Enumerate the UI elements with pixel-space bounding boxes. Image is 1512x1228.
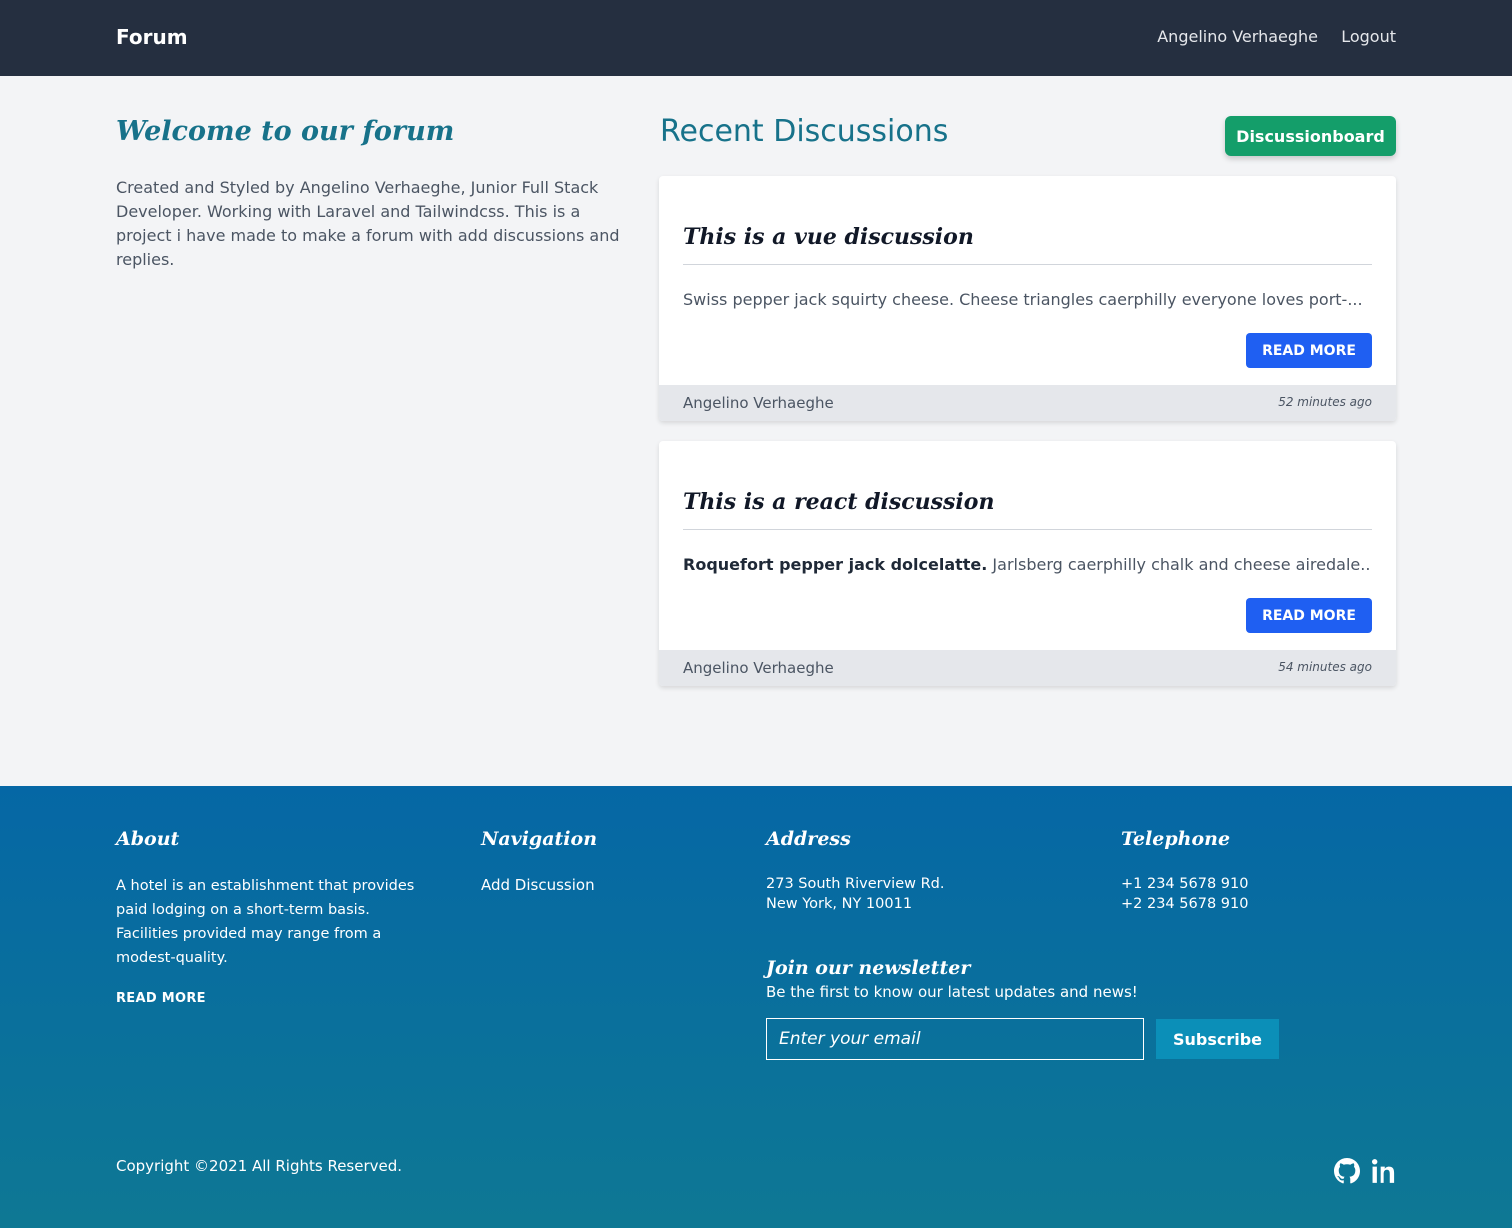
discussion-excerpt: Swiss pepper jack squirty cheese. Cheese… <box>683 290 1372 309</box>
discussion-time: 54 minutes ago <box>1278 660 1372 674</box>
navigation-heading: Navigation <box>481 828 598 850</box>
newsletter-heading: Join our newsletter <box>766 957 971 979</box>
discussion-excerpt-bold: Roquefort pepper jack dolcelatte. <box>683 555 988 574</box>
discussion-card: This is a vue discussion Swiss pepper ja… <box>659 176 1396 421</box>
welcome-text: Created and Styled by Angelino Verhaeghe… <box>116 178 620 269</box>
about-heading: About <box>116 828 180 850</box>
add-discussion-link[interactable]: Add Discussion <box>481 876 595 894</box>
top-navbar: Forum Angelino Verhaeghe Logout <box>0 0 1512 76</box>
read-more-button[interactable]: READ MORE <box>1246 333 1372 368</box>
about-read-more-link[interactable]: READ MORE <box>116 991 206 1006</box>
telephone-heading: Telephone <box>1121 828 1231 850</box>
newsletter-email-input[interactable] <box>766 1018 1144 1060</box>
discussion-excerpt: Roquefort pepper jack dolcelatte. Jarlsb… <box>683 555 1372 574</box>
logout-link[interactable]: Logout <box>1341 27 1396 46</box>
discussion-footer: Angelino Verhaeghe 52 minutes ago <box>659 385 1396 421</box>
discussion-author: Angelino Verhaeghe <box>683 659 834 677</box>
address-heading: Address <box>766 828 851 850</box>
user-name-link[interactable]: Angelino Verhaeghe <box>1157 27 1318 46</box>
discussion-excerpt-text: Swiss pepper jack squirty cheese. Cheese… <box>683 290 1363 309</box>
discussion-card: This is a react discussion Roquefort pep… <box>659 441 1396 686</box>
site-footer: About A hotel is an establishment that p… <box>0 786 1512 1228</box>
github-icon[interactable] <box>1334 1158 1360 1184</box>
newsletter-subtext: Be the first to know our latest updates … <box>766 983 1138 1001</box>
subscribe-button[interactable]: Subscribe <box>1156 1019 1279 1059</box>
discussionboard-button[interactable]: Discussionboard <box>1225 116 1396 156</box>
address-line: 273 South Riverview Rd. <box>766 876 945 892</box>
telephone-line: +1 234 5678 910 <box>1121 876 1249 892</box>
discussion-excerpt-text: Jarlsberg caerphilly chalk and cheese ai… <box>987 555 1372 574</box>
copyright-text: Copyright ©2021 All Rights Reserved. <box>116 1157 403 1175</box>
telephone-line: +2 234 5678 910 <box>1121 896 1249 912</box>
discussion-title[interactable]: This is a vue discussion <box>683 224 1372 265</box>
address-block: 273 South Riverview Rd. New York, NY 100… <box>766 874 945 914</box>
brand-link[interactable]: Forum <box>116 25 188 49</box>
welcome-title: Welcome to our forum <box>116 116 455 147</box>
discussion-author: Angelino Verhaeghe <box>683 394 834 412</box>
discussion-time: 52 minutes ago <box>1278 395 1372 409</box>
discussion-title[interactable]: This is a react discussion <box>683 489 1372 530</box>
about-text: A hotel is an establishment that provide… <box>116 878 415 966</box>
discussion-footer: Angelino Verhaeghe 54 minutes ago <box>659 650 1396 686</box>
recent-discussions-title: Recent Discussions <box>660 114 949 149</box>
address-line: New York, NY 10011 <box>766 896 913 912</box>
telephone-block: +1 234 5678 910 +2 234 5678 910 <box>1121 874 1248 914</box>
linkedin-icon[interactable] <box>1372 1158 1398 1184</box>
read-more-button[interactable]: READ MORE <box>1246 598 1372 633</box>
